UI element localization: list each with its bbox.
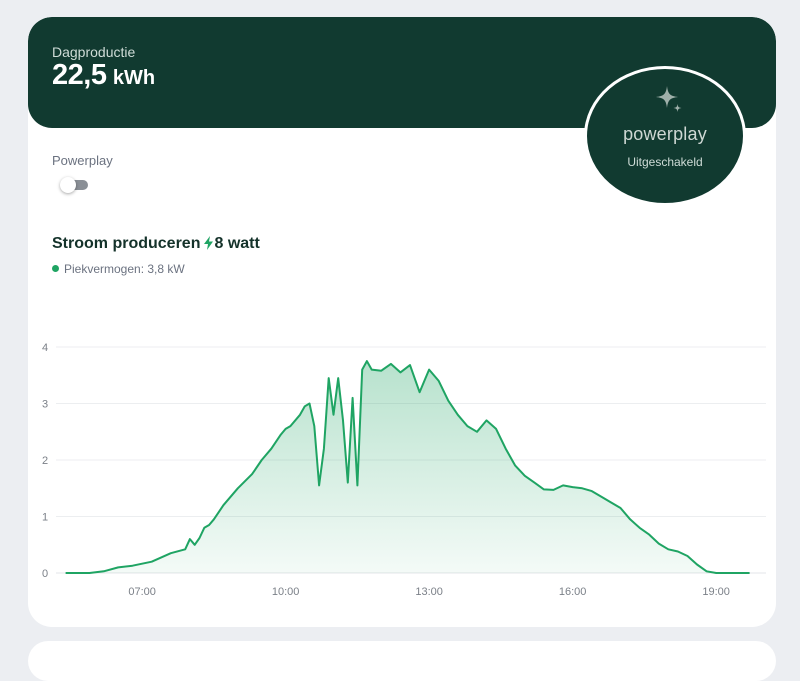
powerplay-status: Uitgeschakeld (627, 155, 703, 169)
x-tick-label: 10:00 (272, 586, 300, 598)
powerplay-badge[interactable]: powerplay Uitgeschakeld (584, 66, 746, 206)
powerplay-logo: powerplay (623, 124, 707, 144)
y-tick-label: 1 (42, 512, 48, 524)
production-area (65, 361, 750, 573)
x-tick-label: 07:00 (128, 586, 156, 598)
x-tick-label: 13:00 (415, 586, 443, 598)
y-tick-label: 0 (42, 568, 48, 580)
sparkle-icon (656, 86, 682, 112)
x-tick-label: 19:00 (702, 586, 730, 598)
x-tick-label: 16:00 (559, 586, 587, 598)
y-tick-label: 3 (42, 399, 48, 411)
next-card (28, 641, 776, 681)
y-tick-label: 4 (42, 342, 48, 354)
y-tick-label: 2 (42, 455, 48, 467)
